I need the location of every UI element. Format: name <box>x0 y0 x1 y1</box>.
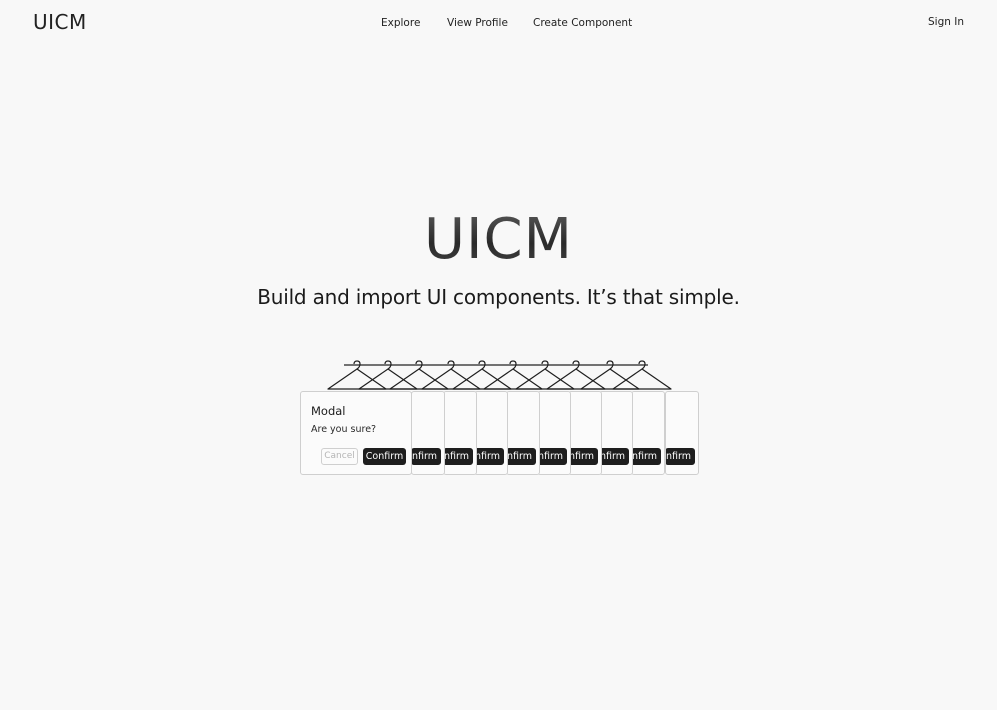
hero-subtitle: Build and import UI components. It’s tha… <box>257 285 740 309</box>
modal-title: Modal <box>311 404 346 418</box>
nav-create-component[interactable]: Create Component <box>533 17 632 29</box>
confirm-button-fragment: nfirm <box>444 448 473 465</box>
confirm-button-fragment: nfirm <box>600 448 629 465</box>
confirm-button-fragment: nfirm <box>666 448 695 465</box>
stacked-component-card[interactable]: nfirm <box>599 391 633 475</box>
nav-explore[interactable]: Explore <box>381 17 420 29</box>
stacked-component-card[interactable]: nfirm <box>537 391 571 475</box>
modal-preview-card[interactable]: Modal Are you sure? Cancel Confirm <box>300 391 412 475</box>
hero-title: UICM <box>0 208 997 272</box>
confirm-button-fragment: nfirm <box>412 448 441 465</box>
stacked-component-card[interactable]: nfirm <box>411 391 445 475</box>
stacked-component-card[interactable]: nfirm <box>665 391 699 475</box>
modal-message: Are you sure? <box>311 424 377 435</box>
stacked-component-card[interactable]: nfirm <box>506 391 540 475</box>
logo[interactable]: UICM <box>33 10 87 34</box>
confirm-button-fragment: nfirm <box>569 448 598 465</box>
confirm-button-fragment: nfirm <box>507 448 536 465</box>
cancel-button[interactable]: Cancel <box>321 448 358 465</box>
landing-page: UICM Explore View Profile Create Compone… <box>0 0 997 710</box>
sign-in-link[interactable]: Sign In <box>928 16 964 28</box>
confirm-button-fragment: nfirm <box>632 448 661 465</box>
stacked-component-card[interactable]: nfirm <box>443 391 477 475</box>
stacked-component-card[interactable]: nfirm <box>568 391 602 475</box>
hanger-rack-illustration <box>327 360 672 390</box>
confirm-button-fragment: nfirm <box>538 448 567 465</box>
confirm-button-fragment: nfirm <box>475 448 504 465</box>
confirm-button[interactable]: Confirm <box>363 448 406 465</box>
nav-view-profile[interactable]: View Profile <box>447 17 508 29</box>
stacked-component-card[interactable]: nfirm <box>631 391 665 475</box>
stacked-component-card[interactable]: nfirm <box>474 391 508 475</box>
